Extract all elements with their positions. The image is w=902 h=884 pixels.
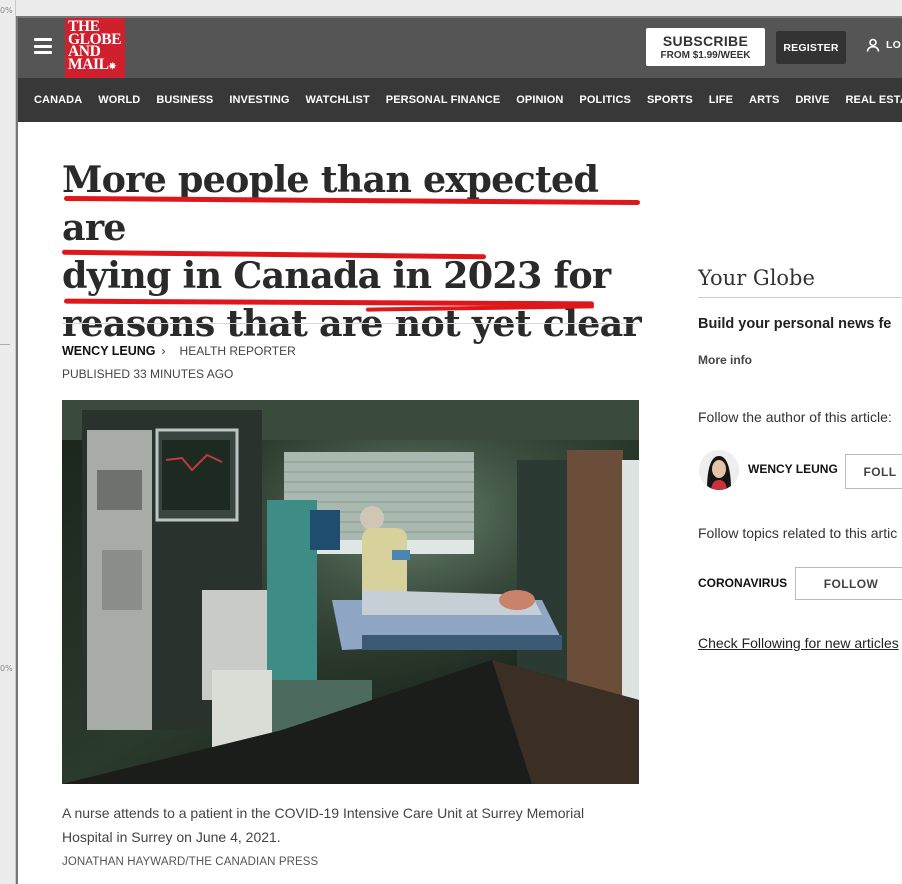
- ruler-mark-mid: 0%: [0, 664, 13, 673]
- register-button[interactable]: REGISTER: [776, 31, 846, 64]
- browser-page: THE GLOBE AND MAIL✸ SUBSCRIBE FROM $1.99…: [16, 16, 902, 884]
- nav-item-personal-finance[interactable]: PERSONAL FINANCE: [378, 94, 508, 106]
- check-following-link[interactable]: Check Following for new articles: [698, 635, 899, 651]
- photo-credit: JONATHAN HAYWARD/THE CANADIAN PRESS: [62, 856, 319, 868]
- nav-item-canada[interactable]: CANADA: [26, 94, 90, 106]
- section-nav: CANADA WORLD BUSINESS INVESTING WATCHLIS…: [18, 78, 902, 122]
- author-avatar: [699, 450, 739, 490]
- author-portrait-icon: [699, 450, 739, 490]
- maple-leaf-icon: ✸: [108, 60, 117, 71]
- nav-item-sports[interactable]: SPORTS: [639, 94, 701, 106]
- follow-topic-button[interactable]: FOLLOW: [795, 567, 902, 600]
- nav-item-watchlist[interactable]: WATCHLIST: [298, 94, 378, 106]
- sidebar-divider: [698, 297, 902, 298]
- nav-item-politics[interactable]: POLITICS: [571, 94, 639, 106]
- author-link[interactable]: WENCY LEUNG: [62, 344, 156, 358]
- headline-divider: [62, 323, 639, 324]
- headline-line: dying in Canada in 2023 for: [62, 254, 611, 297]
- byline: WENCY LEUNG › HEALTH REPORTER: [62, 344, 296, 358]
- published-time: PUBLISHED 33 MINUTES AGO: [62, 367, 234, 381]
- site-logo[interactable]: THE GLOBE AND MAIL✸: [65, 18, 125, 78]
- icu-room-illustration: [62, 400, 639, 784]
- masthead: THE GLOBE AND MAIL✸ SUBSCRIBE FROM $1.99…: [18, 18, 902, 78]
- nav-item-business[interactable]: BUSINESS: [148, 94, 221, 106]
- ruler-mark-top: 0%: [0, 6, 13, 15]
- nav-item-opinion[interactable]: OPINION: [508, 94, 571, 106]
- sidebar-author-name: WENCY LEUNG: [748, 462, 838, 476]
- logo-line: MAIL✸: [68, 55, 117, 73]
- subscribe-price: FROM $1.99/WEEK: [660, 50, 751, 61]
- follow-author-button[interactable]: FOLL: [845, 454, 902, 489]
- follow-topics-prompt: Follow topics related to this artic: [698, 525, 898, 541]
- sidebar-title: Your Globe: [698, 266, 815, 290]
- chevron-right-icon: ›: [161, 344, 166, 358]
- login-button[interactable]: LO: [866, 38, 901, 52]
- ruler-left: 0% 0%: [0, 0, 16, 884]
- user-icon: [866, 38, 880, 52]
- nav-item-investing[interactable]: INVESTING: [221, 94, 297, 106]
- nav-item-arts[interactable]: ARTS: [741, 94, 787, 106]
- topic-label: CORONAVIRUS: [698, 576, 788, 590]
- follow-author-prompt: Follow the author of this article:: [698, 409, 892, 425]
- build-news-feed-text: Build your personal news fe: [698, 316, 892, 332]
- author-role: HEALTH REPORTER: [179, 344, 296, 358]
- more-info-link[interactable]: More info: [698, 353, 752, 367]
- window-top-strip: [16, 0, 902, 16]
- nav-item-real-estate[interactable]: REAL ESTATE: [838, 94, 902, 106]
- login-label: LO: [886, 39, 901, 51]
- nav-item-world[interactable]: WORLD: [90, 94, 148, 106]
- subscribe-button[interactable]: SUBSCRIBE FROM $1.99/WEEK: [646, 28, 765, 66]
- subscribe-label: SUBSCRIBE: [662, 33, 749, 49]
- article-photo[interactable]: [62, 400, 639, 784]
- photo-caption: A nurse attends to a patient in the COVI…: [62, 805, 585, 845]
- nav-item-life[interactable]: LIFE: [701, 94, 741, 106]
- ruler-tick: [0, 344, 10, 345]
- menu-icon[interactable]: [34, 38, 52, 54]
- nav-item-drive[interactable]: DRIVE: [787, 94, 837, 106]
- site-header: THE GLOBE AND MAIL✸ SUBSCRIBE FROM $1.99…: [18, 18, 902, 122]
